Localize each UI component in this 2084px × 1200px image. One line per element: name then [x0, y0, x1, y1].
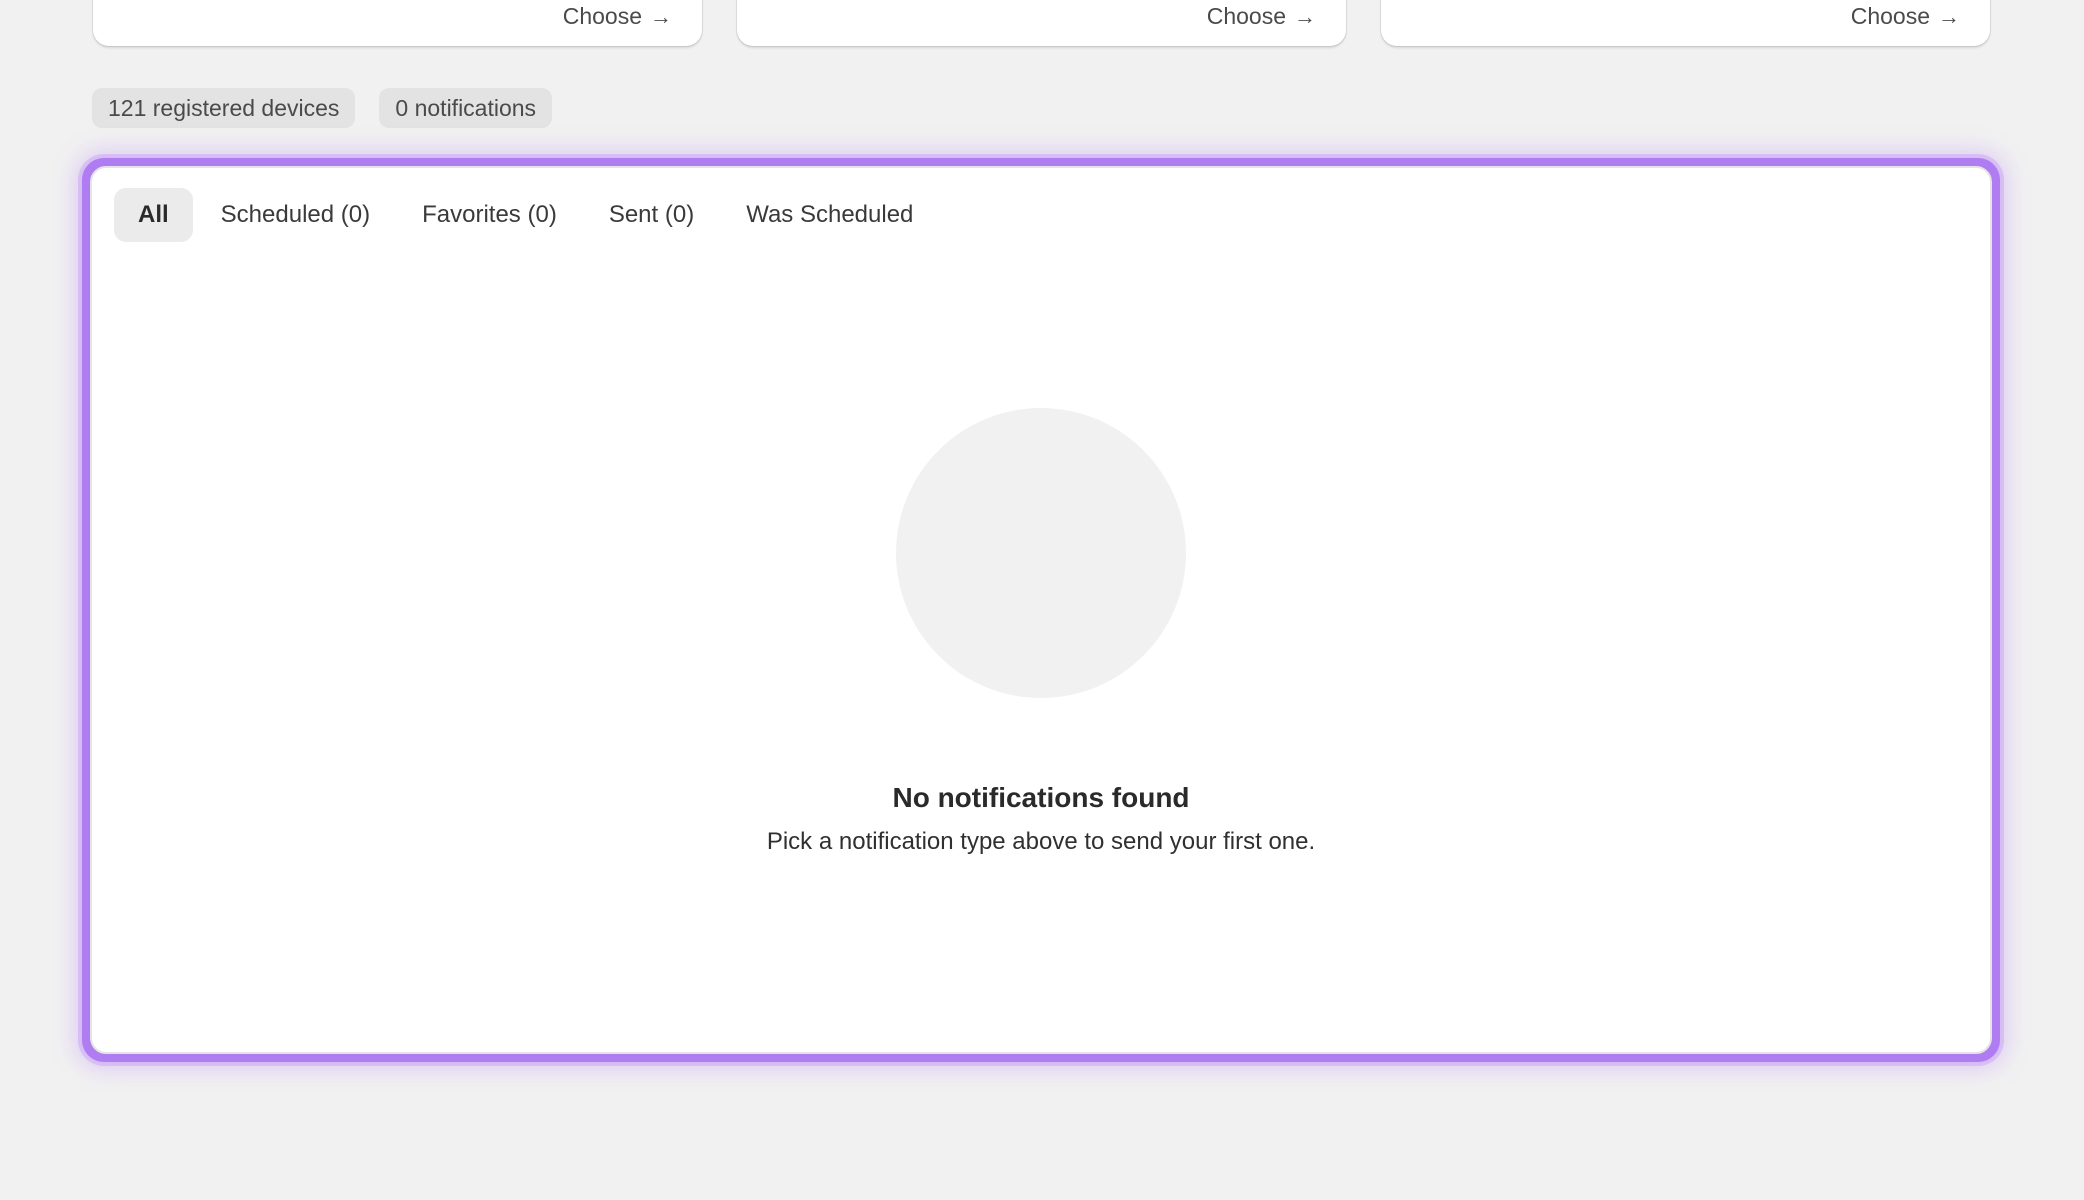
choose-button-1[interactable]: Choose → — [563, 3, 672, 30]
empty-state-title: No notifications found — [892, 782, 1190, 813]
arrow-right-icon: → — [1294, 3, 1316, 29]
notifications-panel-highlight: All Scheduled (0) Favorites (0) Sent (0)… — [82, 158, 2000, 1062]
notification-type-card-3[interactable]: Choose → — [1381, 0, 1990, 46]
notifications-panel: All Scheduled (0) Favorites (0) Sent (0)… — [90, 166, 1992, 1054]
tab-all[interactable]: All — [114, 188, 193, 242]
tab-sent[interactable]: Sent (0) — [585, 188, 718, 242]
notifications-page: Choose → Choose → Choose → 121 registere… — [0, 0, 2084, 1200]
notification-type-card-1[interactable]: Choose → — [93, 0, 702, 46]
arrow-right-icon: → — [650, 3, 672, 29]
notification-filter-tabs: All Scheduled (0) Favorites (0) Sent (0)… — [114, 188, 937, 242]
empty-state-illustration — [896, 408, 1186, 698]
choose-label: Choose — [1850, 3, 1930, 29]
arrow-right-icon: → — [1938, 3, 1960, 29]
notifications-count-badge: 0 notifications — [379, 88, 553, 128]
registered-devices-badge: 121 registered devices — [92, 88, 356, 128]
tab-favorites[interactable]: Favorites (0) — [398, 188, 581, 242]
notification-type-card-2[interactable]: Choose → — [737, 0, 1346, 46]
stats-badges: 121 registered devices 0 notifications — [92, 88, 553, 128]
tab-scheduled[interactable]: Scheduled (0) — [197, 188, 394, 242]
choose-label: Choose — [1206, 3, 1286, 29]
choose-button-2[interactable]: Choose → — [1207, 3, 1316, 30]
empty-state-subtitle: Pick a notification type above to send y… — [766, 828, 1316, 855]
tab-was-scheduled[interactable]: Was Scheduled — [722, 188, 937, 242]
empty-state: No notifications found Pick a notificati… — [92, 408, 1990, 856]
choose-button-3[interactable]: Choose → — [1851, 3, 1960, 30]
notification-type-cards: Choose → Choose → Choose → — [93, 0, 1991, 46]
choose-label: Choose — [562, 3, 642, 29]
